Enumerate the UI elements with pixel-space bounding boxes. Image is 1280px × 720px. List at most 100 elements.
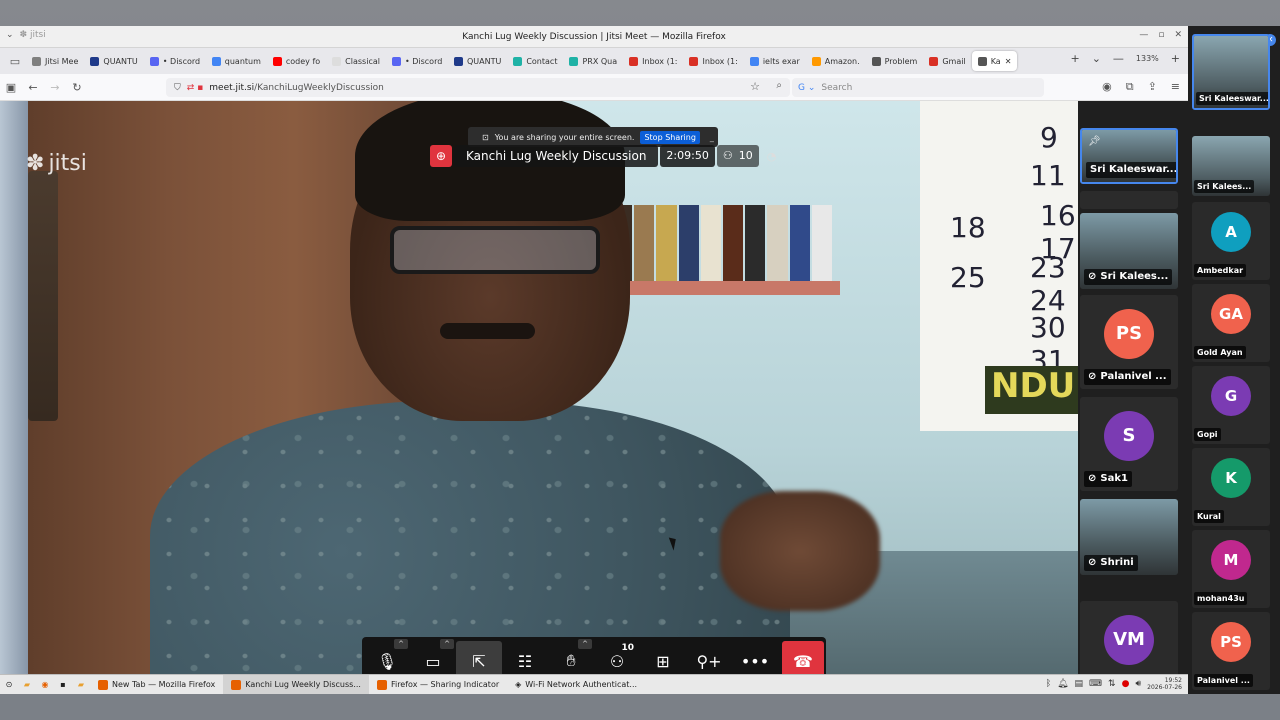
search-bar[interactable]: G ⌄ Search (792, 78, 1044, 97)
browser-tab[interactable]: Contact (507, 51, 563, 71)
account-icon[interactable]: ◉ (1102, 80, 1112, 94)
notification-icon[interactable]: 🔔︎ (1057, 679, 1068, 689)
terminal-icon[interactable]: ▪ (54, 675, 72, 695)
participant-count[interactable]: ⚇ 10 (716, 145, 759, 167)
browser-tab[interactable]: codey fo (267, 51, 326, 71)
participant-tile[interactable]: 📌︎ Sri Kaleeswar... (1080, 128, 1178, 184)
folder-icon[interactable]: ▰ (72, 675, 90, 695)
participant-name: ⊘ Palanivel ... (1084, 369, 1171, 385)
chevron-down-icon[interactable]: ⌄ (6, 30, 14, 40)
chevron-up-icon[interactable]: ^ (440, 639, 454, 649)
reload-icon[interactable]: ↻ (66, 81, 88, 94)
connection-indicator-icon[interactable]: ◔ (761, 150, 777, 163)
firefox-icon[interactable]: ◉ (36, 675, 54, 695)
screen-share-icon: ⊡ (482, 132, 489, 142)
browser-tab[interactable]: ielts exar (744, 51, 806, 71)
side-participant-tile[interactable]: Mmohan43u (1192, 530, 1270, 608)
participant-tile[interactable]: ⊘ Sri Kalees... (1080, 213, 1178, 289)
permissions-icon[interactable]: ⇄ ▪ (187, 83, 204, 93)
browser-tab[interactable]: • Discord (144, 51, 206, 71)
tab-list-icon[interactable]: ▭ (4, 55, 26, 68)
browser-tab[interactable]: Problem (866, 51, 924, 71)
sidebar-icon[interactable]: ▣ (0, 81, 22, 94)
tab-favicon-icon (513, 56, 523, 66)
browser-tab[interactable]: Ka ✕ (971, 51, 1018, 71)
task-jitsi[interactable]: Kanchi Lug Weekly Discuss... (223, 674, 369, 695)
browser-tab[interactable]: Inbox (1: (683, 51, 743, 71)
side-participant-tile[interactable]: A Ambedkar (1192, 202, 1270, 280)
menu-icon[interactable]: ⊙ (0, 675, 18, 695)
tab-label: • Discord (404, 56, 443, 66)
browser-tab[interactable]: Classical (326, 51, 386, 71)
participant-name-text: Shrini (1100, 557, 1134, 568)
side-participant-tile[interactable]: PS Palanivel ... (1192, 612, 1270, 690)
tab-label: Jitsi Mee (45, 56, 79, 66)
close-tab-icon[interactable]: ✕ (1005, 57, 1012, 66)
side-participant-tile[interactable]: Sri Kaleeswar... (1192, 34, 1270, 110)
share-icon[interactable]: ⇪ (1148, 80, 1157, 94)
browser-tab[interactable]: Amazon. (806, 51, 866, 71)
volume-icon[interactable]: 🔊︎ (1135, 679, 1141, 689)
browser-window: ⌄ ✽ jitsi Kanchi Lug Weekly Discussion |… (0, 26, 1188, 695)
hide-indicator-button[interactable]: _ (710, 133, 714, 142)
browser-tab[interactable]: QUANTU (84, 51, 143, 71)
side-participant-tile[interactable]: Sri Kalees... (1192, 136, 1270, 196)
participant-name: mohan43u (1194, 592, 1248, 605)
chevron-up-icon[interactable]: ^ (394, 639, 408, 649)
fullscreen-icon[interactable]: + (1171, 52, 1180, 65)
participant-tile[interactable]: S ⊘ Sak1 (1080, 397, 1178, 491)
globe-icon[interactable]: ⊕ (430, 145, 452, 167)
screen-share-icon: ⊘ (1088, 557, 1097, 568)
url-bar[interactable]: ⛉ ⇄ ▪ meet.jit.si/KanchiLugWeeklyDiscuss… (166, 78, 790, 97)
clipboard-icon[interactable]: ▤ (1075, 679, 1084, 689)
list-all-tabs-icon[interactable]: ⌄ (1092, 52, 1101, 65)
browser-tab[interactable]: • Discord (386, 51, 448, 71)
shield-icon[interactable]: ⛉ (174, 83, 181, 93)
participant-tile[interactable]: ⊘ Shrini (1080, 499, 1178, 575)
task-wifi-auth[interactable]: ◈ Wi-Fi Network Authenticat... (507, 675, 645, 695)
zoom-level[interactable]: 133% (1136, 54, 1159, 63)
participant-avatar: A (1211, 212, 1251, 252)
bookmark-star-icon[interactable]: ☆ (750, 80, 760, 93)
side-participant-tile[interactable]: G Gopi (1192, 366, 1270, 444)
search-icon[interactable]: ⌕ (776, 80, 782, 91)
back-icon[interactable]: ← (22, 81, 44, 94)
side-participant-tile[interactable]: K Kural (1192, 448, 1270, 526)
google-icon[interactable]: G ⌄ (798, 83, 815, 93)
participant-name: ⊘ Sak1 (1084, 471, 1132, 487)
chevron-up-icon[interactable]: ^ (578, 639, 592, 649)
stop-sharing-button[interactable]: Stop Sharing (640, 130, 700, 144)
pin-icon[interactable]: 📌︎ (1088, 136, 1101, 147)
minimize-window-icon[interactable]: — (1113, 52, 1124, 65)
tab-favicon-icon (391, 56, 401, 66)
main-video[interactable]: 9 11 16 17 18 23 24 25 30 31 NDU ✽ jitsi (0, 101, 1078, 674)
participant-tile[interactable] (1080, 191, 1178, 209)
task-sharing-indicator[interactable]: Firefox — Sharing Indicator (369, 675, 507, 695)
keyboard-icon[interactable]: ⌨ (1089, 679, 1102, 689)
network-icon[interactable]: ⇅ (1108, 679, 1116, 689)
side-participant-tile[interactable]: GA Gold Ayan (1192, 284, 1270, 362)
tab-label: Inbox (1: (702, 56, 738, 66)
browser-tab[interactable]: QUANTU (448, 51, 507, 71)
jitsi-logo-icon: ✽ (26, 151, 45, 176)
participant-name: Gold Ayan (1194, 346, 1246, 359)
bluetooth-icon[interactable]: ᛒ (1046, 679, 1051, 689)
maximize-icon[interactable]: ▫ (1158, 30, 1164, 40)
browser-tab[interactable]: Jitsi Mee (26, 51, 84, 71)
extensions-icon[interactable]: ⧉ (1126, 80, 1134, 94)
minimize-icon[interactable]: — (1139, 30, 1148, 40)
new-tab-icon[interactable]: + (1070, 52, 1079, 65)
task-firefox-newtab[interactable]: New Tab — Mozilla Firefox (90, 675, 223, 695)
window-title: Kanchi Lug Weekly Discussion | Jitsi Mee… (462, 31, 726, 42)
forward-icon[interactable]: → (44, 81, 66, 94)
participant-tile[interactable]: PS ⊘ Palanivel ... (1080, 295, 1178, 389)
files-icon[interactable]: ▰ (18, 675, 36, 695)
close-icon[interactable]: ✕ (1174, 30, 1182, 40)
browser-tab[interactable]: quantum (206, 51, 267, 71)
browser-tab[interactable]: Inbox (1: (623, 51, 683, 71)
mic-tray-icon[interactable]: ● (1122, 679, 1130, 689)
browser-tab[interactable]: PRX Qua (563, 51, 623, 71)
browser-tab[interactable]: Gmail (923, 51, 971, 71)
menu-icon[interactable]: ≡ (1171, 80, 1180, 94)
clock[interactable]: 19:52 2026-07-26 (1147, 677, 1182, 691)
